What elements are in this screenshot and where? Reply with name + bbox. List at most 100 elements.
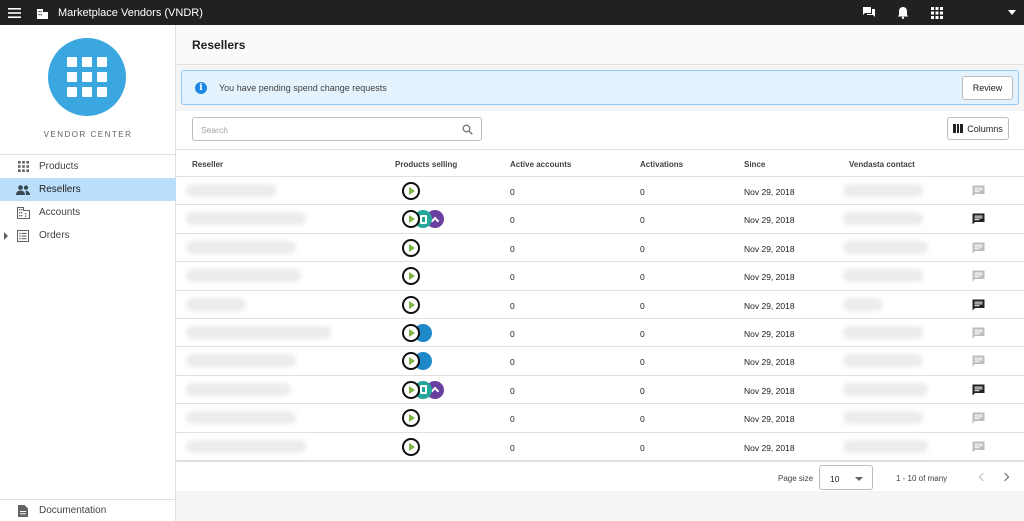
reseller-name-redacted[interactable] bbox=[186, 354, 296, 368]
play-product-icon[interactable] bbox=[402, 182, 420, 200]
activations-cell: 0 bbox=[640, 243, 645, 254]
info-icon: i bbox=[195, 82, 207, 94]
grid-icon bbox=[16, 160, 30, 174]
notifications-bell-icon[interactable] bbox=[892, 0, 914, 25]
table-row[interactable]: 0 0 Nov 29, 2018 bbox=[176, 404, 1024, 433]
reseller-name-redacted[interactable] bbox=[186, 212, 306, 226]
message-icon[interactable] bbox=[972, 441, 985, 453]
sidebar-item-resellers[interactable]: Resellers bbox=[0, 178, 176, 201]
table-row[interactable]: 0 0 Nov 29, 2018 bbox=[176, 376, 1024, 405]
sidebar-item-orders[interactable]: Orders bbox=[0, 224, 176, 247]
products-selling-cell bbox=[402, 238, 420, 257]
reseller-name-redacted[interactable] bbox=[186, 269, 301, 283]
header-active-accounts[interactable]: Active accounts bbox=[510, 160, 571, 169]
sidebar-item-label: Resellers bbox=[39, 184, 81, 195]
app-title: Marketplace Vendors (VNDR) bbox=[58, 6, 203, 19]
header-since[interactable]: Since bbox=[744, 160, 765, 169]
message-icon[interactable] bbox=[972, 270, 985, 282]
active-accounts-cell: 0 bbox=[510, 272, 515, 283]
header-reseller[interactable]: Reseller bbox=[192, 160, 223, 169]
play-product-icon[interactable] bbox=[402, 295, 420, 314]
reseller-name-redacted[interactable] bbox=[186, 325, 331, 339]
reseller-name-redacted[interactable] bbox=[186, 240, 296, 254]
previous-page-button[interactable] bbox=[975, 471, 987, 483]
since-cell: Nov 29, 2018 bbox=[744, 215, 795, 226]
sidebar-item-documentation[interactable]: Documentation bbox=[0, 499, 176, 521]
list-icon bbox=[16, 229, 30, 243]
vendasta-contact-redacted bbox=[843, 212, 923, 226]
products-selling-cell bbox=[402, 295, 420, 314]
sidebar-item-accounts[interactable]: Accounts bbox=[0, 201, 176, 224]
products-selling-cell bbox=[402, 267, 420, 286]
since-cell: Nov 29, 2018 bbox=[744, 328, 795, 339]
vendasta-contact-redacted bbox=[843, 382, 928, 396]
header-products-selling[interactable]: Products selling bbox=[395, 160, 457, 169]
active-accounts-cell: 0 bbox=[510, 442, 515, 453]
columns-icon bbox=[953, 124, 964, 133]
activations-cell: 0 bbox=[640, 357, 645, 368]
reseller-name-redacted[interactable] bbox=[186, 439, 306, 453]
table-row[interactable]: 0 0 Nov 29, 2018 bbox=[176, 291, 1024, 319]
play-product-icon[interactable] bbox=[402, 323, 420, 342]
review-button[interactable]: Review bbox=[962, 76, 1013, 100]
play-product-icon[interactable] bbox=[402, 437, 420, 456]
header-vendasta-contact[interactable]: Vendasta contact bbox=[849, 160, 915, 169]
table-row[interactable]: 0 0 Nov 29, 2018 bbox=[176, 433, 1024, 461]
search-placeholder: Search bbox=[201, 125, 228, 135]
message-icon[interactable] bbox=[972, 242, 985, 254]
table-row[interactable]: 0 0 Nov 29, 2018 bbox=[176, 234, 1024, 263]
apps-grid-icon[interactable] bbox=[926, 0, 948, 25]
vendasta-contact-redacted bbox=[843, 325, 923, 339]
active-accounts-cell: 0 bbox=[510, 215, 515, 226]
message-icon[interactable] bbox=[972, 185, 985, 197]
message-icon[interactable] bbox=[972, 327, 985, 339]
since-cell: Nov 29, 2018 bbox=[744, 442, 795, 453]
table-row[interactable]: 0 0 Nov 29, 2018 bbox=[176, 177, 1024, 206]
columns-button[interactable]: Columns bbox=[947, 117, 1009, 140]
message-icon[interactable] bbox=[972, 355, 985, 367]
next-page-button[interactable] bbox=[1000, 471, 1012, 483]
vendor-center-logo bbox=[48, 38, 126, 116]
since-cell: Nov 29, 2018 bbox=[744, 272, 795, 283]
chat-icon[interactable] bbox=[858, 0, 880, 25]
sidebar-nav: Products Resellers Accounts Orders bbox=[0, 154, 176, 247]
resellers-table-card: Search Columns Reseller Products selling… bbox=[176, 111, 1024, 489]
play-product-icon[interactable] bbox=[402, 238, 420, 257]
expand-caret-icon[interactable] bbox=[4, 232, 8, 240]
vendasta-contact-redacted bbox=[843, 354, 923, 368]
products-selling-cell bbox=[402, 210, 444, 229]
activations-cell: 0 bbox=[640, 272, 645, 283]
active-accounts-cell: 0 bbox=[510, 385, 515, 396]
play-product-icon[interactable] bbox=[402, 409, 420, 428]
sidebar-item-label: Accounts bbox=[39, 207, 81, 218]
grid-logo-icon bbox=[67, 57, 107, 97]
reseller-name-redacted[interactable] bbox=[186, 382, 291, 396]
account-dropdown[interactable] bbox=[954, 0, 1024, 25]
table-row[interactable]: 0 0 Nov 29, 2018 bbox=[176, 347, 1024, 376]
search-input[interactable]: Search bbox=[192, 117, 482, 141]
table-row[interactable]: 0 0 Nov 29, 2018 bbox=[176, 262, 1024, 291]
activations-cell: 0 bbox=[640, 187, 645, 197]
play-product-icon[interactable] bbox=[402, 267, 420, 286]
activations-cell: 0 bbox=[640, 300, 645, 311]
page-size-select[interactable]: 10 bbox=[819, 465, 873, 490]
message-icon[interactable] bbox=[972, 299, 985, 311]
search-icon bbox=[462, 124, 473, 135]
message-icon[interactable] bbox=[972, 213, 985, 225]
table-row[interactable]: 0 0 Nov 29, 2018 bbox=[176, 205, 1024, 234]
message-icon[interactable] bbox=[972, 412, 985, 424]
header-activations[interactable]: Activations bbox=[640, 160, 683, 169]
play-product-icon[interactable] bbox=[402, 380, 420, 399]
page-size-label: Page size bbox=[778, 474, 814, 483]
hamburger-menu-icon[interactable] bbox=[0, 0, 28, 25]
reseller-name-redacted[interactable] bbox=[186, 411, 296, 425]
reseller-name-redacted[interactable] bbox=[186, 184, 276, 197]
message-icon[interactable] bbox=[972, 384, 985, 396]
active-accounts-cell: 0 bbox=[510, 187, 515, 197]
building-icon bbox=[16, 206, 30, 220]
vendasta-contact-redacted bbox=[843, 240, 928, 254]
table-row[interactable]: 0 0 Nov 29, 2018 bbox=[176, 319, 1024, 348]
reseller-name-redacted[interactable] bbox=[186, 297, 246, 311]
products-selling-cell bbox=[402, 182, 420, 200]
sidebar-item-products[interactable]: Products bbox=[0, 155, 176, 178]
